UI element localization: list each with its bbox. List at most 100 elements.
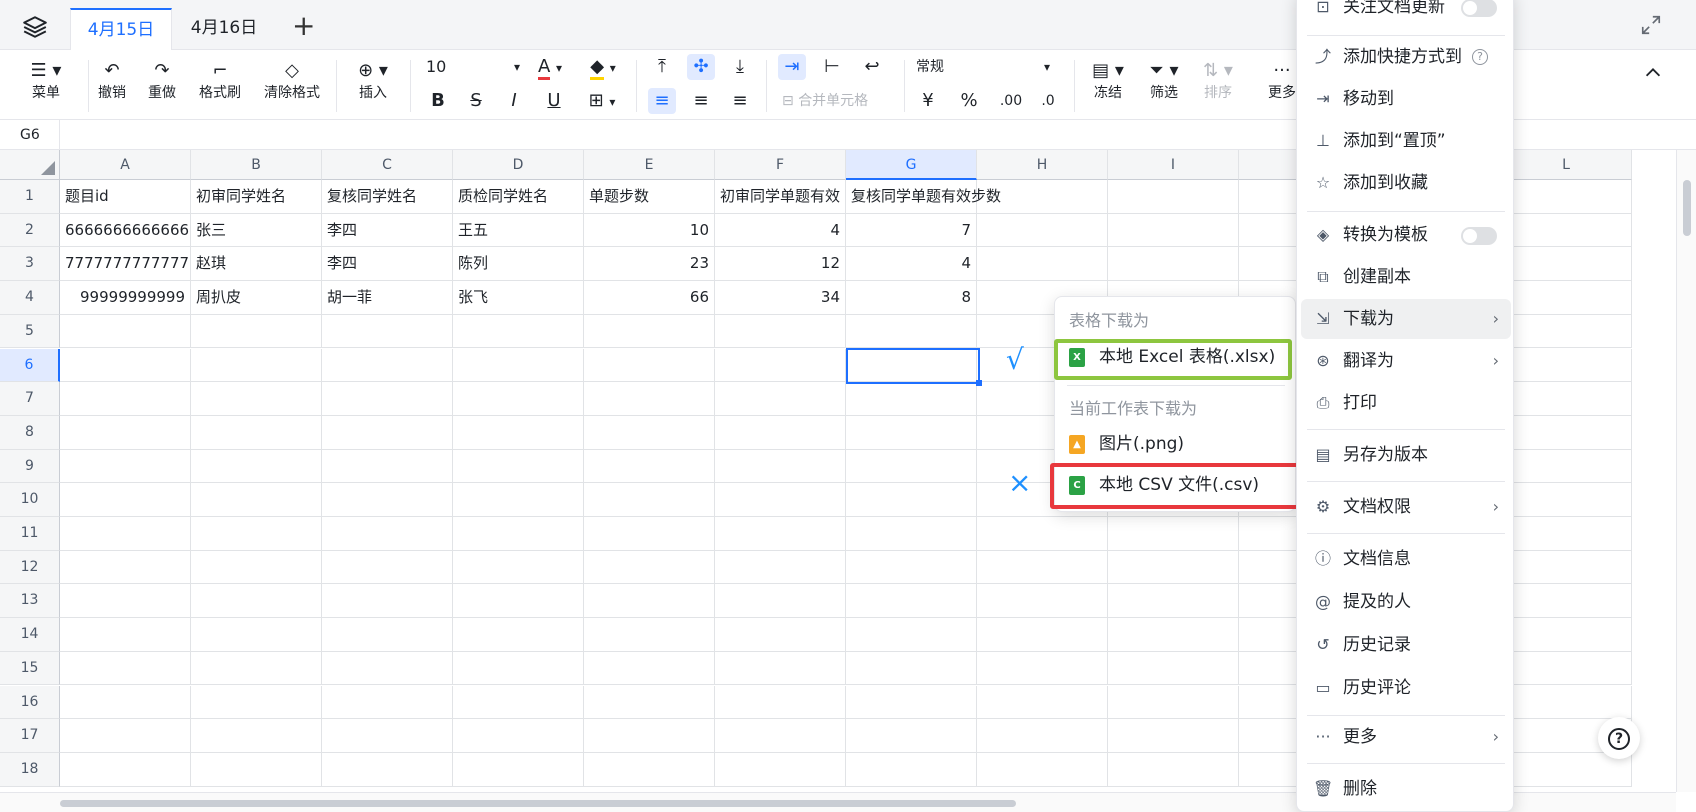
table-cell[interactable]: 10 xyxy=(584,213,715,248)
empty-cell[interactable] xyxy=(453,685,584,720)
header-cell[interactable]: 初审同学姓名 xyxy=(191,180,322,214)
table-cell[interactable]: 4 xyxy=(715,213,846,248)
empty-cell[interactable] xyxy=(1501,685,1632,720)
empty-cell[interactable] xyxy=(584,685,715,720)
sheet-tab[interactable]: 4月16日 xyxy=(176,8,272,50)
empty-cell[interactable] xyxy=(322,584,453,619)
empty-cell[interactable] xyxy=(715,651,846,686)
empty-cell[interactable] xyxy=(846,685,977,720)
empty-cell[interactable] xyxy=(846,752,977,787)
table-cell[interactable]: 王五 xyxy=(453,213,584,248)
empty-cell[interactable] xyxy=(1501,517,1632,551)
column-header[interactable]: H xyxy=(977,150,1108,180)
italic-icon[interactable]: I xyxy=(500,88,528,114)
empty-cell[interactable] xyxy=(584,550,715,585)
header-cell[interactable]: 质检同学姓名 xyxy=(453,180,584,214)
menu-item-translate-to[interactable]: ⊛ 翻译为 › xyxy=(1301,341,1511,381)
row-header[interactable]: 8 xyxy=(0,415,60,450)
empty-cell[interactable] xyxy=(584,719,715,753)
undo-button[interactable]: ↶ 撤销 xyxy=(94,58,130,102)
empty-cell[interactable] xyxy=(322,449,453,484)
menu-item-delete[interactable]: 🗑 删除 xyxy=(1301,769,1511,809)
empty-cell[interactable] xyxy=(191,550,322,585)
table-cell[interactable]: 66 xyxy=(584,281,715,315)
empty-cell[interactable] xyxy=(322,719,453,753)
empty-cell[interactable] xyxy=(453,449,584,484)
empty-cell[interactable] xyxy=(60,415,191,450)
empty-cell[interactable] xyxy=(1108,618,1239,652)
row-header[interactable]: 9 xyxy=(0,449,60,484)
empty-cell[interactable] xyxy=(977,618,1108,652)
fill-handle[interactable] xyxy=(976,380,982,386)
empty-cell[interactable] xyxy=(60,483,191,517)
column-header[interactable]: L xyxy=(1501,150,1632,180)
align-middle-icon[interactable]: ✣ xyxy=(687,54,715,80)
empty-cell[interactable] xyxy=(584,483,715,517)
empty-cell[interactable] xyxy=(453,382,584,416)
empty-cell[interactable] xyxy=(584,449,715,484)
header-cell[interactable]: 初审同学单题有效 xyxy=(715,180,846,214)
empty-cell[interactable] xyxy=(1501,550,1632,585)
empty-cell[interactable] xyxy=(191,685,322,720)
empty-cell[interactable] xyxy=(846,584,977,619)
empty-cell[interactable] xyxy=(715,752,846,787)
empty-cell[interactable] xyxy=(977,213,1108,248)
column-header[interactable]: G xyxy=(846,150,977,180)
menu-item-download-as[interactable]: ⇲ 下载为 › xyxy=(1301,299,1511,339)
row-header[interactable]: 4 xyxy=(0,281,60,315)
row-header[interactable]: 12 xyxy=(0,550,60,585)
wrap-clip-icon[interactable]: ⊢ xyxy=(818,54,846,80)
scroll-thumb[interactable] xyxy=(60,800,1016,807)
empty-cell[interactable] xyxy=(715,685,846,720)
empty-cell[interactable] xyxy=(60,651,191,686)
empty-cell[interactable] xyxy=(846,483,977,517)
collapse-toolbar-icon[interactable] xyxy=(1642,62,1664,84)
table-cell[interactable]: 6666666666666 xyxy=(60,213,191,248)
empty-cell[interactable] xyxy=(715,314,846,349)
help-icon[interactable]: ? xyxy=(1472,49,1488,65)
empty-cell[interactable] xyxy=(584,618,715,652)
align-left-icon[interactable]: ≡ xyxy=(648,88,676,114)
empty-cell[interactable] xyxy=(977,584,1108,619)
empty-cell[interactable] xyxy=(60,618,191,652)
menu-item-create-copy[interactable]: ⧉ 创建副本 xyxy=(1301,257,1511,297)
empty-cell[interactable] xyxy=(1108,685,1239,720)
column-header[interactable]: C xyxy=(322,150,453,180)
redo-button[interactable]: ↷ 重做 xyxy=(144,58,180,102)
table-cell[interactable]: 8 xyxy=(846,281,977,315)
download-png-item[interactable]: ▲ 图片(.png) xyxy=(1069,429,1184,459)
table-cell[interactable]: 7777777777777 xyxy=(60,247,191,282)
empty-cell[interactable] xyxy=(1108,213,1239,248)
empty-cell[interactable] xyxy=(1501,483,1632,517)
menu-item-add-shortcut[interactable]: ⤴ 添加快捷方式到? xyxy=(1301,37,1511,77)
empty-cell[interactable] xyxy=(453,415,584,450)
row-header[interactable]: 3 xyxy=(0,247,60,282)
empty-cell[interactable] xyxy=(584,651,715,686)
empty-cell[interactable] xyxy=(453,651,584,686)
empty-cell[interactable] xyxy=(1501,213,1632,248)
menu-item-follow-updates[interactable]: ⊡ 关注文档更新 xyxy=(1301,0,1511,27)
empty-cell[interactable] xyxy=(322,483,453,517)
empty-cell[interactable] xyxy=(846,719,977,753)
empty-cell[interactable] xyxy=(1108,180,1239,214)
menu-item-mentioned[interactable]: @ 提及的人 xyxy=(1301,582,1511,622)
empty-cell[interactable] xyxy=(977,651,1108,686)
empty-cell[interactable] xyxy=(584,382,715,416)
empty-cell[interactable] xyxy=(60,517,191,551)
empty-cell[interactable] xyxy=(60,348,191,383)
menu-item-print[interactable]: ⎙ 打印 xyxy=(1301,383,1511,423)
table-cell[interactable]: 23 xyxy=(584,247,715,282)
empty-cell[interactable] xyxy=(191,449,322,484)
empty-cell[interactable] xyxy=(60,719,191,753)
vertical-scrollbar[interactable] xyxy=(1676,150,1696,792)
table-cell[interactable]: 李四 xyxy=(322,213,453,248)
empty-cell[interactable] xyxy=(453,348,584,383)
table-cell[interactable]: 99999999999 xyxy=(60,281,191,315)
empty-cell[interactable] xyxy=(191,752,322,787)
empty-cell[interactable] xyxy=(60,314,191,349)
empty-cell[interactable] xyxy=(1501,618,1632,652)
empty-cell[interactable] xyxy=(453,618,584,652)
empty-cell[interactable] xyxy=(1108,247,1239,282)
currency-button[interactable]: ¥ xyxy=(914,88,942,114)
empty-cell[interactable] xyxy=(60,685,191,720)
